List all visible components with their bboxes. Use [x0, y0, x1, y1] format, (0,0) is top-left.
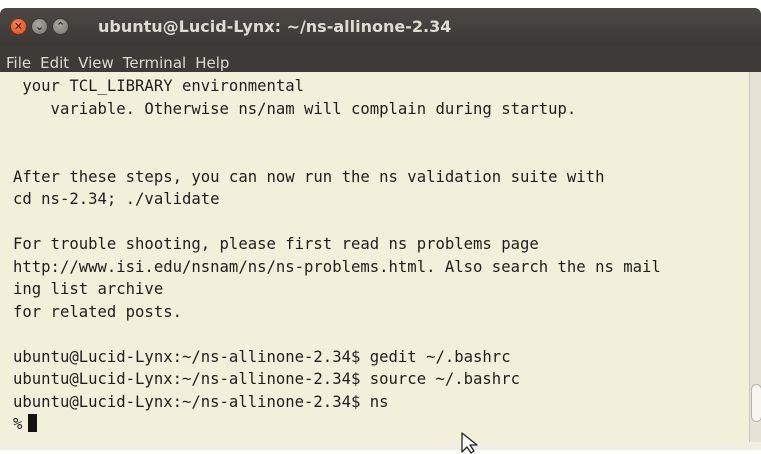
menu-file[interactable]: File	[6, 54, 31, 72]
prompt-line: %	[13, 413, 38, 436]
menu-help[interactable]: Help	[195, 54, 229, 72]
terminal-line: variable. Otherwise ns/nam will complain…	[13, 100, 577, 118]
terminal-line: After these steps, you can now run the n…	[13, 168, 605, 186]
terminal-line: http://www.isi.edu/nsnam/ns/ns-problems.…	[13, 258, 661, 276]
maximize-button[interactable]: ⌃	[52, 18, 69, 35]
menu-edit[interactable]: Edit	[40, 54, 69, 72]
terminal-line: ubuntu@Lucid-Lynx:~/ns-allinone-2.34$ ns	[13, 393, 389, 411]
menu-view[interactable]: View	[78, 54, 114, 72]
terminal-line: ubuntu@Lucid-Lynx:~/ns-allinone-2.34$ so…	[13, 370, 520, 388]
maximize-icon: ⌃	[55, 20, 66, 33]
menu-terminal[interactable]: Terminal	[123, 54, 186, 72]
terminal-line: for related posts.	[13, 303, 182, 321]
minimize-button[interactable]: ⌄	[31, 18, 48, 35]
close-button[interactable]: ✕	[10, 18, 27, 35]
terminal-output[interactable]: your TCL_LIBRARY environmental variable.…	[0, 72, 749, 442]
terminal-line: cd ns-2.34; ./validate	[13, 190, 220, 208]
scrollbar-thumb[interactable]	[751, 384, 761, 422]
terminal-line: your TCL_LIBRARY environmental	[13, 77, 305, 95]
terminal-line: ubuntu@Lucid-Lynx:~/ns-allinone-2.34$ ge…	[13, 348, 511, 366]
window-title: ubuntu@Lucid-Lynx: ~/ns-allinone-2.34	[98, 17, 452, 36]
mouse-pointer-icon	[461, 432, 478, 454]
terminal-line: ing list archive	[13, 280, 164, 298]
scrollbar[interactable]	[749, 72, 761, 442]
close-icon: ✕	[13, 20, 24, 33]
prompt-symbol: %	[13, 415, 23, 433]
terminal-line: For trouble shooting, please first read …	[13, 235, 539, 253]
text-cursor	[28, 414, 38, 432]
title-bar[interactable]: ✕ ⌄ ⌃ ubuntu@Lucid-Lynx: ~/ns-allinone-2…	[0, 8, 761, 45]
minimize-icon: ⌄	[34, 20, 45, 33]
